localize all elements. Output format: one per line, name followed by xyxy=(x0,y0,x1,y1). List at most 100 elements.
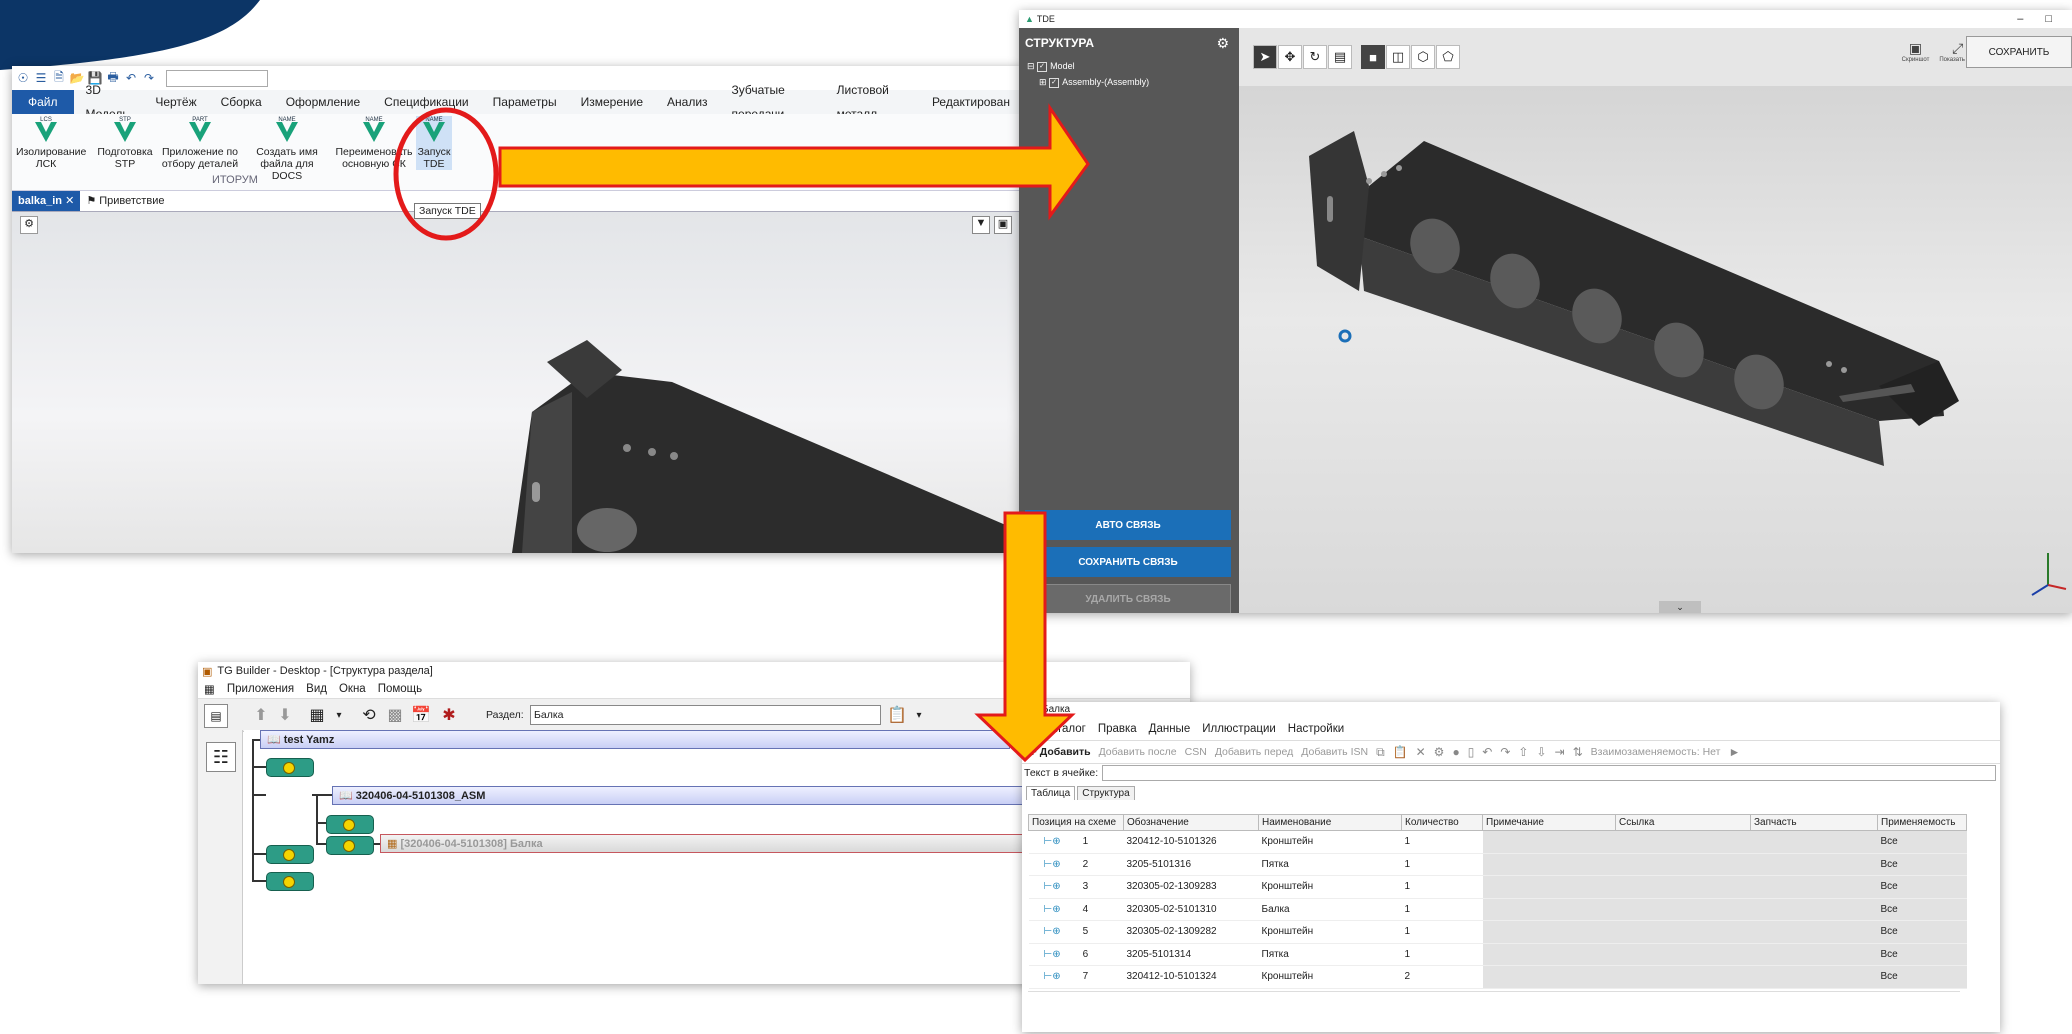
tab-welcome[interactable]: ⚑ Приветствие xyxy=(80,191,170,211)
copy-icon[interactable]: ⧉ xyxy=(1376,745,1385,760)
node-asm[interactable]: 📖 320406-04-5101308_ASM xyxy=(332,786,1052,805)
move-up-icon[interactable]: ⇧ xyxy=(1518,745,1528,759)
menu-illustrations[interactable]: Иллюстрации xyxy=(1202,723,1276,735)
link-node[interactable] xyxy=(266,845,314,864)
launch-tde-button[interactable]: NAME Запуск TDE xyxy=(416,116,452,170)
tree-node-icon[interactable]: ⊢⊕ xyxy=(1044,881,1061,892)
link-node[interactable] xyxy=(326,815,374,834)
link-node[interactable] xyxy=(326,836,374,855)
save-link-button[interactable]: СОХРАНИТЬ СВЯЗЬ xyxy=(1025,547,1231,577)
part-selection-button[interactable]: PART Приложение по отбору деталей xyxy=(160,116,240,170)
comment-tool-icon[interactable]: ▤ xyxy=(1328,45,1352,69)
screenshot-button[interactable]: ▣ Скриншот xyxy=(1902,40,1930,63)
delete-icon[interactable]: ✕ xyxy=(1416,745,1426,759)
tree-node-icon[interactable]: ⊢⊕ xyxy=(1044,859,1061,870)
outline-view-icon[interactable]: ⬠ xyxy=(1436,45,1460,69)
up-arrow-icon[interactable]: ⬆ xyxy=(250,704,272,726)
rotate-tool-icon[interactable]: ↻ xyxy=(1303,45,1327,69)
cad-viewport[interactable]: ⚙ ▼ ▣ xyxy=(12,212,1022,553)
collapse-panel-icon[interactable]: ⌄ xyxy=(1659,601,1701,613)
checkbox-icon[interactable]: ✓ xyxy=(1049,77,1060,88)
table-row[interactable]: ⊢⊕ 2 3205-5101316 Пятка 1 Все xyxy=(1028,853,1967,876)
menu-parameters[interactable]: Параметры xyxy=(481,90,569,114)
undo-icon[interactable]: ↶ xyxy=(1482,745,1492,759)
tag-icon[interactable]: ► xyxy=(1728,745,1740,759)
tab-table[interactable]: Таблица xyxy=(1026,786,1076,800)
menu-drawing[interactable]: Чертёж xyxy=(143,90,208,114)
tree-node-icon[interactable]: ⊢⊕ xyxy=(1044,971,1061,982)
gear-icon[interactable]: ⚙ xyxy=(1216,35,1229,52)
col-link[interactable]: Ссылка xyxy=(1615,814,1751,831)
menu-measure[interactable]: Измерение xyxy=(569,90,655,114)
hamburger-icon[interactable]: ☰ xyxy=(34,71,48,85)
cell-text-input[interactable] xyxy=(1102,765,1996,781)
menu-help[interactable]: Помощь xyxy=(378,683,422,695)
document-view-icon[interactable]: ▦ xyxy=(306,704,328,726)
table-row[interactable]: ⊢⊕ 4 320305-02-5101310 Балка 1 Все xyxy=(1028,898,1967,921)
interchange-dropdown[interactable]: Взаимозаменяемость: Нет xyxy=(1591,746,1721,758)
maximize-icon[interactable]: □ xyxy=(2045,13,2052,25)
table-row[interactable]: ⊢⊕ 1 320412-10-5101326 Кронштейн 1 Все xyxy=(1028,830,1967,854)
table-row[interactable]: ⊢⊕ 6 3205-5101314 Пятка 1 Все xyxy=(1028,943,1967,966)
col-applicability[interactable]: Применяемость xyxy=(1877,814,1967,831)
col-position[interactable]: Позиция на схеме xyxy=(1028,814,1124,831)
menu-specifications[interactable]: Спецификации xyxy=(372,90,480,114)
expand-icon[interactable]: ⊞ xyxy=(1039,77,1047,87)
menu-data[interactable]: Данные xyxy=(1149,723,1191,735)
tab-balka-in[interactable]: balka_in ✕ xyxy=(12,191,81,211)
col-note[interactable]: Примечание xyxy=(1482,814,1616,831)
quick-combo[interactable] xyxy=(166,69,268,87)
select-tool-icon[interactable]: ➤ xyxy=(1253,45,1277,69)
app-menu-icon[interactable]: ☉ xyxy=(16,71,30,85)
checkbox-icon[interactable]: ✓ xyxy=(1037,61,1048,72)
lock-icon[interactable]: ● xyxy=(1452,745,1459,759)
picture-icon[interactable]: ▩ xyxy=(384,704,406,726)
col-code[interactable]: Обозначение xyxy=(1123,814,1259,831)
node-item-balka[interactable]: ▦ [320406-04-5101308] Балка xyxy=(380,834,1030,853)
table-row[interactable]: ⊢⊕ 5 320305-02-1309282 Кронштейн 1 Все xyxy=(1028,920,1967,944)
menu-edit[interactable]: Правка xyxy=(1098,723,1137,735)
paste-icon[interactable]: 📋 xyxy=(1393,745,1408,759)
tree-node-icon[interactable]: ⊢⊕ xyxy=(1044,904,1061,915)
menu-analysis[interactable]: Анализ xyxy=(655,90,720,114)
tree-node-icon[interactable]: ⊢⊕ xyxy=(1044,836,1061,847)
tree-node-icon[interactable]: ⊢⊕ xyxy=(1044,949,1061,960)
redo-icon[interactable]: ↷ xyxy=(1500,745,1510,759)
menu-edit[interactable]: Редактирован xyxy=(920,90,1022,114)
delete-link-button[interactable]: УДАЛИТЬ СВЯЗЬ xyxy=(1025,584,1231,613)
node-root[interactable]: 📖 test Yamz xyxy=(260,730,1010,749)
col-qty[interactable]: Количество xyxy=(1401,814,1483,831)
tde-save-button[interactable]: СОХРАНИТЬ xyxy=(1966,36,2072,68)
clipboard-icon[interactable]: 📋 xyxy=(886,704,908,726)
close-tab-icon[interactable]: ✕ xyxy=(65,195,74,207)
transparent-view-icon[interactable]: ◫ xyxy=(1386,45,1410,69)
table-row[interactable]: ⊢⊕ 3 320305-02-1309283 Кронштейн 1 Все xyxy=(1028,875,1967,899)
menu-formatting[interactable]: Оформление xyxy=(274,90,372,114)
csn-button[interactable]: CSN xyxy=(1185,746,1207,758)
prepare-stp-button[interactable]: STP Подготовка STP xyxy=(96,116,154,170)
tree-item-assembly[interactable]: ⊞ ✓ Assembly-(Assembly) xyxy=(1027,74,1239,90)
section-input[interactable]: Балка xyxy=(530,705,881,725)
menu-assembly[interactable]: Сборка xyxy=(209,90,274,114)
move-tool-icon[interactable]: ✥ xyxy=(1278,45,1302,69)
new-file-icon[interactable]: 🗎 xyxy=(52,70,66,85)
cut-icon[interactable]: ▯ xyxy=(1468,745,1475,759)
wireframe-view-icon[interactable]: ⬡ xyxy=(1411,45,1435,69)
rename-cs-button[interactable]: NAME Переименовать основную СК xyxy=(332,116,416,170)
add-button[interactable]: ✚ Добавить xyxy=(1028,746,1091,758)
add-isn-button[interactable]: Добавить ISN xyxy=(1301,746,1368,758)
shaded-view-icon[interactable]: ■ xyxy=(1361,45,1385,69)
col-name[interactable]: Наименование xyxy=(1258,814,1402,831)
tree-item-model[interactable]: ⊟ ✓ Model xyxy=(1027,58,1239,74)
calendar-icon[interactable]: 📅 xyxy=(410,704,432,726)
expand-icon[interactable]: ⊟ xyxy=(1027,61,1035,71)
menu-catalog[interactable]: Каталог xyxy=(1044,723,1086,735)
bug-icon[interactable]: ✱ xyxy=(438,704,460,726)
add-before-button[interactable]: Добавить перед xyxy=(1215,746,1293,758)
sort-icon[interactable]: ⇅ xyxy=(1573,745,1583,759)
dropdown-arrow-icon[interactable]: ▾ xyxy=(908,704,930,726)
link-node[interactable] xyxy=(266,758,314,777)
menu-view[interactable]: Вид xyxy=(306,683,327,695)
auto-link-button[interactable]: АВТО СВЯЗЬ xyxy=(1025,510,1231,540)
settings-icon[interactable]: ⚙ xyxy=(1434,745,1445,759)
